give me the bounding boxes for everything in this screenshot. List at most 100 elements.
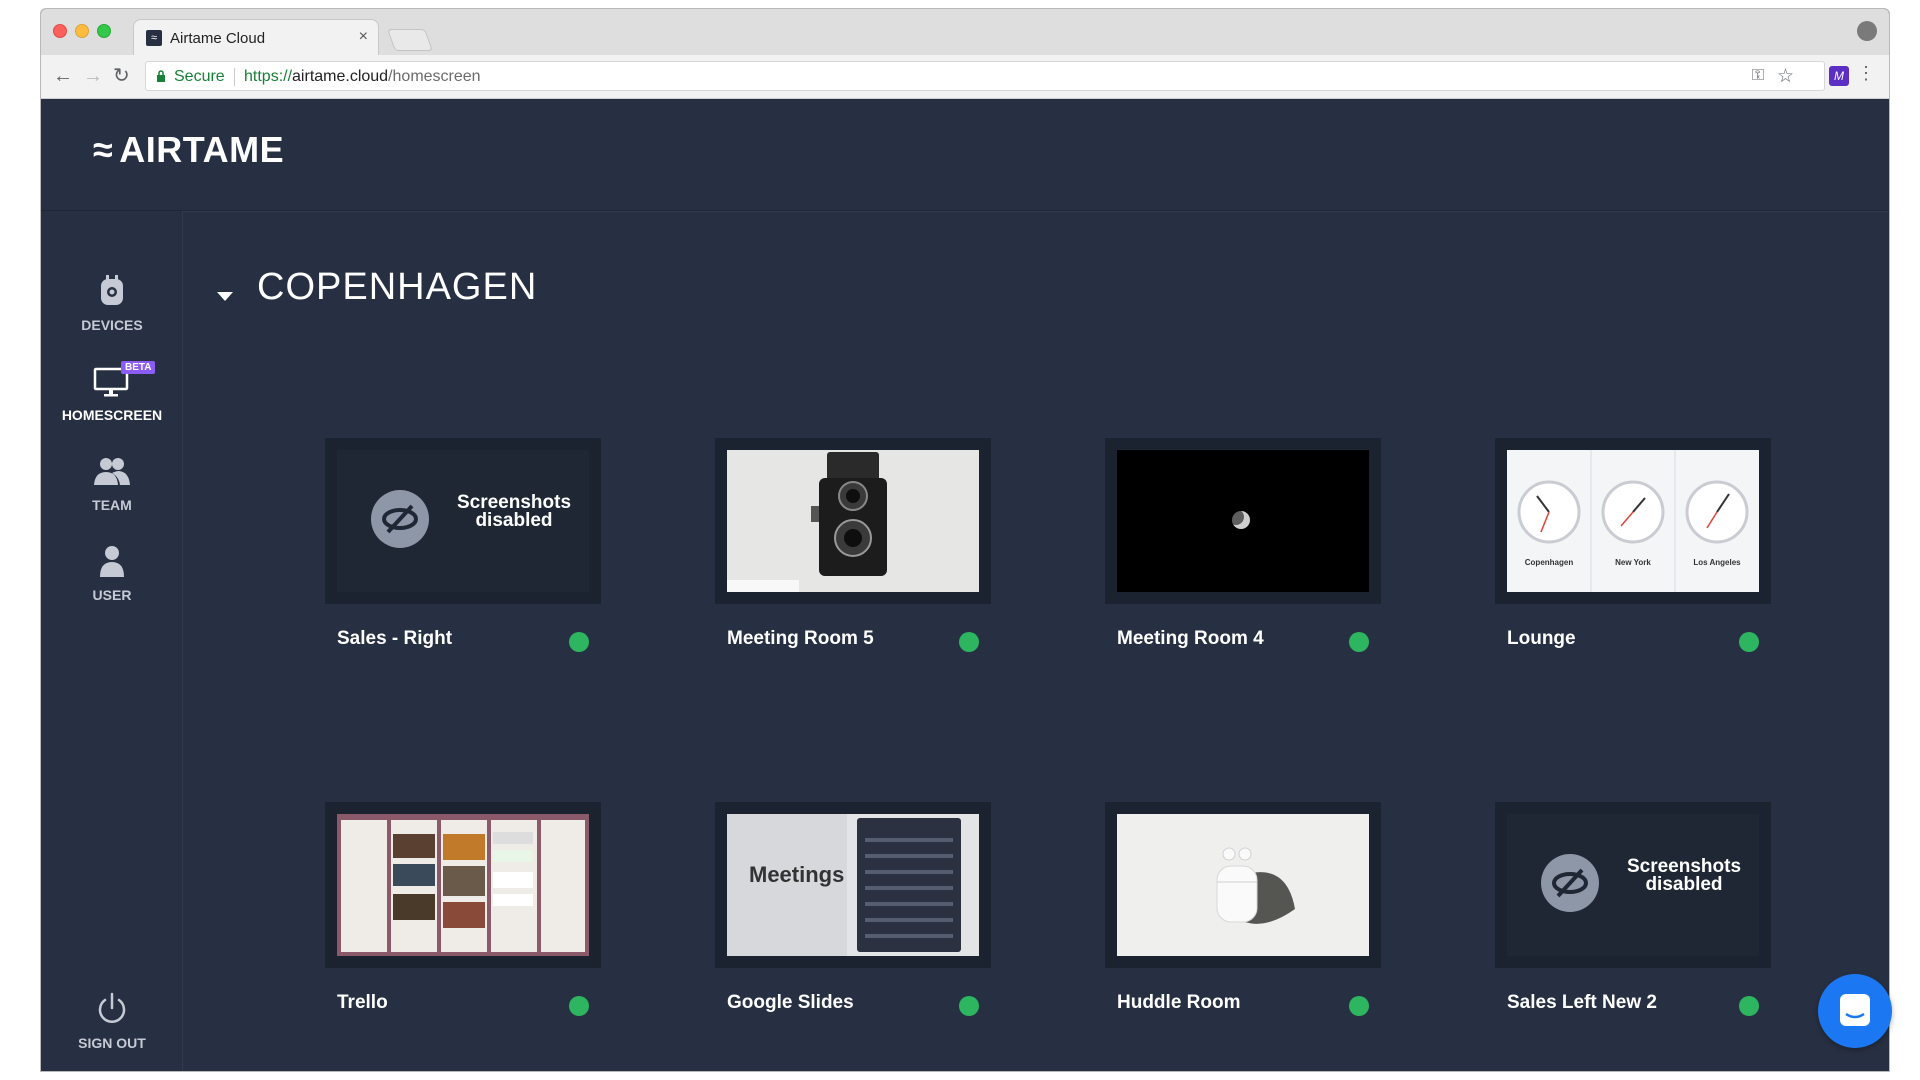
- browser-toolbar: ← → ↻ Secure https://airtame.cloud/homes…: [41, 55, 1889, 99]
- user-icon: [100, 546, 124, 577]
- device-preview-frame: Screenshots disabled: [325, 438, 601, 604]
- screenshots-disabled-text: Screenshots disabled: [456, 492, 572, 531]
- device-name: Sales - Right: [337, 628, 453, 649]
- chat-button[interactable]: [1818, 974, 1892, 1048]
- tab-title: Airtame Cloud: [170, 30, 266, 47]
- device-name: Trello: [337, 992, 388, 1013]
- device-preview-frame: [325, 802, 601, 968]
- chat-icon: [1840, 994, 1870, 1026]
- browser-tab[interactable]: ≈ Airtame Cloud ×: [133, 19, 379, 55]
- device-preview-frame: Screenshots disabled: [1495, 802, 1771, 968]
- device-card[interactable]: Meeting Room 4: [1105, 438, 1381, 658]
- screenshots-disabled-preview: Screenshots disabled: [337, 450, 589, 592]
- device-card[interactable]: Screenshots disabled Sales - Right: [325, 438, 601, 658]
- sidebar-item-team[interactable]: TEAM: [41, 451, 183, 513]
- group-title: COPENHAGEN: [257, 266, 538, 308]
- airpods-image-icon: [1117, 814, 1369, 956]
- device-card[interactable]: Meeting Room 5: [715, 438, 991, 658]
- device-card[interactable]: Trello: [325, 802, 601, 1022]
- slide-title: Meetings: [749, 862, 845, 887]
- device-preview-frame: Meetings: [715, 802, 991, 968]
- minimize-window-button[interactable]: [75, 24, 89, 38]
- airpods-preview: [1117, 814, 1369, 956]
- devices-icon: [101, 275, 123, 305]
- browser-menu-icon[interactable]: ⋮: [1857, 63, 1875, 84]
- clock-label: Copenhagen: [1524, 558, 1574, 567]
- reload-icon[interactable]: ↻: [113, 65, 130, 87]
- sign-out-button[interactable]: SIGN OUT: [41, 989, 183, 1051]
- app-header: ≈ AIRTAME: [41, 99, 1889, 211]
- device-name: Google Slides: [727, 992, 854, 1013]
- device-name: Meeting Room 4: [1117, 628, 1264, 649]
- clock-label: New York: [1615, 558, 1651, 567]
- airtame-favicon-icon: ≈: [146, 30, 162, 46]
- camera-preview: [727, 450, 979, 592]
- beta-badge: BETA: [121, 361, 156, 374]
- bookmark-star-icon[interactable]: ☆: [1777, 65, 1794, 88]
- lock-icon: [157, 70, 165, 82]
- maximize-window-button[interactable]: [97, 24, 111, 38]
- device-card[interactable]: Screenshots disabled Sales Left New 2: [1495, 802, 1771, 1022]
- key-icon[interactable]: ⚿: [1752, 67, 1764, 85]
- moon-preview: [1117, 450, 1369, 592]
- sidebar-item-user[interactable]: USER: [41, 541, 183, 603]
- sidebar-item-label: DEVICES: [81, 317, 143, 333]
- sidebar-item-label: HOMESCREEN: [61, 407, 163, 423]
- url-scheme: https://: [244, 68, 293, 85]
- online-status-dot: [1349, 632, 1369, 652]
- device-preview-frame: [1105, 802, 1381, 968]
- online-status-dot: [569, 996, 589, 1016]
- logo-mark-icon: ≈: [93, 129, 114, 170]
- device-name: Sales Left New 2: [1507, 992, 1657, 1013]
- sidebar: DEVICES BETA HOMESCREEN TEAM USER SIGN O…: [41, 211, 183, 1071]
- device-preview-frame: Copenhagen New York Los Angeles: [1495, 438, 1771, 604]
- url-path: /homescreen: [388, 68, 481, 85]
- device-preview-frame: [1105, 438, 1381, 604]
- back-arrow-icon[interactable]: ←: [53, 65, 73, 87]
- trello-board-image-icon: [337, 814, 589, 956]
- clock-label: Los Angeles: [1693, 558, 1741, 567]
- screenshots-disabled-text: Screenshots disabled: [1626, 856, 1742, 895]
- sidebar-item-label: TEAM: [92, 497, 132, 513]
- eye-slash-icon: [371, 490, 429, 548]
- collapse-caret-icon[interactable]: [217, 292, 233, 301]
- url-host: airtame.cloud: [292, 68, 389, 85]
- sidebar-item-devices[interactable]: DEVICES: [41, 271, 183, 333]
- extension-icon[interactable]: M: [1829, 66, 1849, 86]
- online-status-dot: [1739, 996, 1759, 1016]
- device-preview-frame: [715, 438, 991, 604]
- url-text: https://airtame.cloud/homescreen: [244, 68, 481, 86]
- secure-label: Secure: [174, 68, 225, 85]
- airtame-logo[interactable]: ≈ AIRTAME: [93, 129, 284, 171]
- moon-image-icon: [1117, 450, 1369, 592]
- device-name: Lounge: [1507, 628, 1576, 649]
- online-status-dot: [569, 632, 589, 652]
- device-card[interactable]: Copenhagen New York Los Angeles Lounge: [1495, 438, 1771, 658]
- browser-window: ≈ Airtame Cloud × ← → ↻ Secure https://a…: [40, 8, 1890, 1072]
- online-status-dot: [1349, 996, 1369, 1016]
- logo-text: AIRTAME: [119, 129, 285, 170]
- eye-slash-icon: [1541, 854, 1599, 912]
- device-name: Meeting Room 5: [727, 628, 874, 649]
- screenshots-disabled-preview: Screenshots disabled: [1507, 814, 1759, 956]
- tab-close-icon[interactable]: ×: [359, 28, 368, 46]
- close-window-button[interactable]: [53, 24, 67, 38]
- trello-board-preview: [337, 814, 589, 956]
- address-separator: [234, 68, 235, 86]
- device-card[interactable]: Huddle Room: [1105, 802, 1381, 1022]
- new-tab-button[interactable]: [386, 29, 434, 51]
- online-status-dot: [959, 632, 979, 652]
- team-icon: [94, 458, 130, 485]
- google-slides-preview: Meetings: [727, 814, 979, 956]
- device-card[interactable]: Meetings Google Slides: [715, 802, 991, 1022]
- forward-arrow-icon[interactable]: →: [83, 65, 103, 87]
- browser-tab-bar: ≈ Airtame Cloud ×: [41, 9, 1889, 55]
- sidebar-item-label: USER: [92, 587, 132, 603]
- sidebar-item-homescreen[interactable]: BETA HOMESCREEN: [41, 361, 183, 423]
- address-bar[interactable]: Secure https://airtame.cloud/homescreen …: [145, 61, 1825, 91]
- sign-out-label: SIGN OUT: [78, 1035, 146, 1051]
- online-status-dot: [959, 996, 979, 1016]
- world-clocks-image-icon: [1507, 450, 1759, 592]
- clocks-preview: Copenhagen New York Los Angeles: [1507, 450, 1759, 592]
- profile-icon[interactable]: [1857, 21, 1877, 41]
